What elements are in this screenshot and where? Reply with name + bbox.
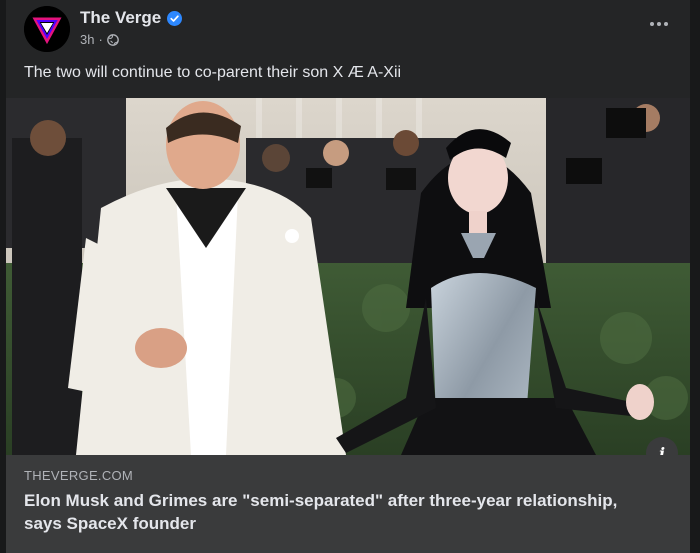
the-verge-logo-icon xyxy=(24,6,70,52)
post-meta: 3h · xyxy=(80,32,119,47)
post-header: The Verge 3h · xyxy=(6,0,690,58)
more-dot xyxy=(664,22,668,26)
more-dot xyxy=(657,22,661,26)
post-photo[interactable]: i xyxy=(6,98,690,455)
facebook-post: The Verge 3h · The two will continue to … xyxy=(6,0,690,553)
page-name[interactable]: The Verge xyxy=(80,8,161,28)
link-domain: THEVERGE.COM xyxy=(24,468,134,483)
link-headline[interactable]: Elon Musk and Grimes are "semi-separated… xyxy=(24,489,624,535)
post-caption: The two will continue to co-parent their… xyxy=(24,64,402,81)
background-person xyxy=(12,138,82,455)
meta-separator: · xyxy=(98,32,103,47)
photo-illustration xyxy=(6,98,690,455)
verified-badge-icon xyxy=(167,10,183,26)
globe-icon[interactable] xyxy=(106,33,119,46)
page-name-link[interactable]: The Verge xyxy=(80,8,183,28)
more-options-icon xyxy=(650,22,654,26)
link-preview[interactable]: THEVERGE.COM Elon Musk and Grimes are "s… xyxy=(6,455,690,553)
more-options-button[interactable] xyxy=(644,12,674,36)
info-icon: i xyxy=(658,443,666,456)
page-avatar[interactable] xyxy=(24,6,70,52)
post-timestamp[interactable]: 3h xyxy=(80,32,94,47)
